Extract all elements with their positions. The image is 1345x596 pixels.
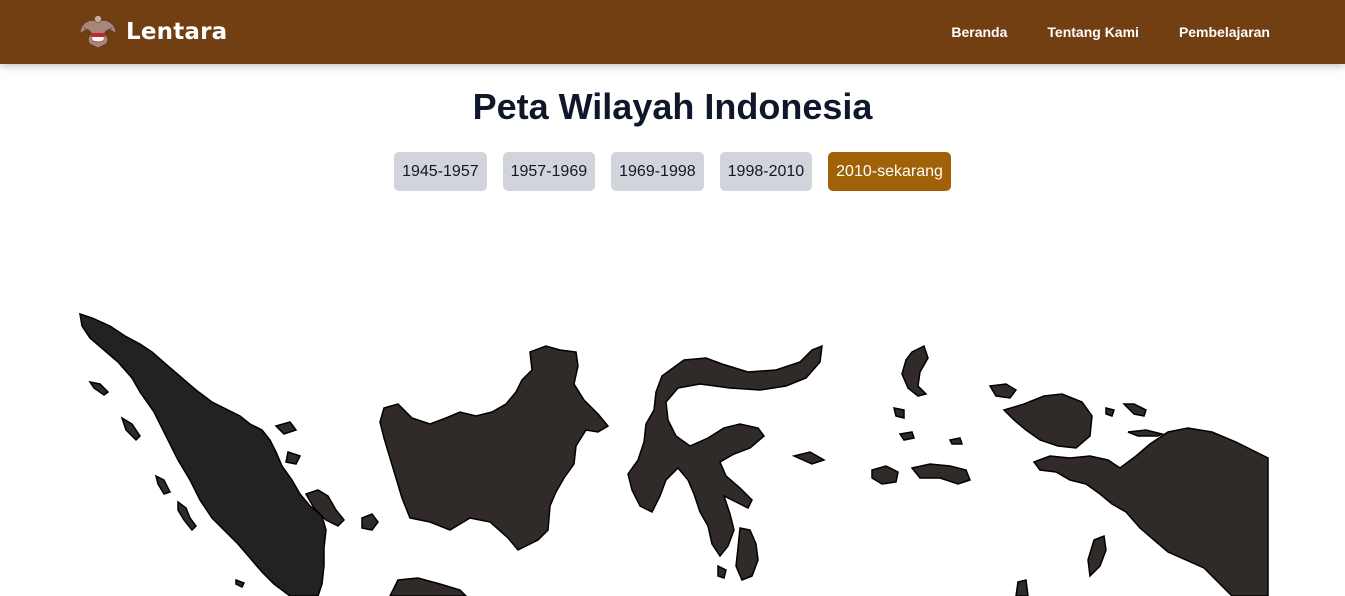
map-region-enggano[interactable]: [235, 578, 246, 589]
map-region-biak[interactable]: [1105, 403, 1147, 417]
map-region-java[interactable]: [389, 577, 468, 596]
map-region-sulawesi[interactable]: [627, 344, 823, 558]
map-region-buru[interactable]: [871, 465, 899, 485]
period-selector: 1945-1957 1957-1969 1969-1998 1998-2010 …: [0, 152, 1345, 191]
nav-link-beranda[interactable]: Beranda: [951, 24, 1007, 40]
map-region-papua[interactable]: [988, 383, 1269, 596]
nav-link-pembelajaran[interactable]: Pembelajaran: [1179, 24, 1270, 40]
map-region-simeulue[interactable]: [88, 380, 110, 396]
map-region-gorong[interactable]: [948, 437, 964, 445]
garuda-emblem-icon: [79, 15, 117, 49]
map-region-yapen[interactable]: [1127, 429, 1165, 437]
brand-name: Lentara: [126, 19, 228, 45]
map-region-mentawai[interactable]: [177, 500, 197, 532]
main-nav: Beranda Tentang Kami Pembelajaran: [951, 0, 1270, 64]
page-title: Peta Wilayah Indonesia: [472, 86, 873, 127]
period-button-2010-sekarang[interactable]: 2010-sekarang: [828, 152, 951, 191]
map-region-kalimantan[interactable]: [379, 345, 610, 551]
navbar: Lentara Beranda Tentang Kami Pembelajara…: [0, 0, 1345, 64]
map-region-peleng[interactable]: [791, 451, 826, 465]
map-region-morotai[interactable]: [892, 407, 905, 419]
map-region-kolepom[interactable]: [1087, 534, 1107, 578]
map-region-obi[interactable]: [898, 431, 915, 441]
map-region-seram[interactable]: [910, 463, 971, 485]
brand-link[interactable]: Lentara: [78, 12, 227, 52]
period-button-1957-1969[interactable]: 1957-1969: [502, 152, 596, 191]
map-region-siberut[interactable]: [154, 474, 172, 495]
period-button-1945-1957[interactable]: 1945-1957: [394, 152, 487, 191]
nav-link-tentang-kami[interactable]: Tentang Kami: [1047, 24, 1139, 40]
map-region-belitung[interactable]: [361, 513, 379, 531]
period-button-1969-1998[interactable]: 1969-1998: [611, 152, 704, 191]
indonesia-map: [79, 312, 1269, 596]
map-region-nias[interactable]: [120, 416, 141, 442]
map-region-riau-islands[interactable]: [274, 421, 302, 465]
period-button-1998-2010[interactable]: 1998-2010: [719, 152, 813, 191]
map-region-aru[interactable]: [1015, 579, 1029, 596]
map-region-halmahera[interactable]: [901, 344, 929, 397]
